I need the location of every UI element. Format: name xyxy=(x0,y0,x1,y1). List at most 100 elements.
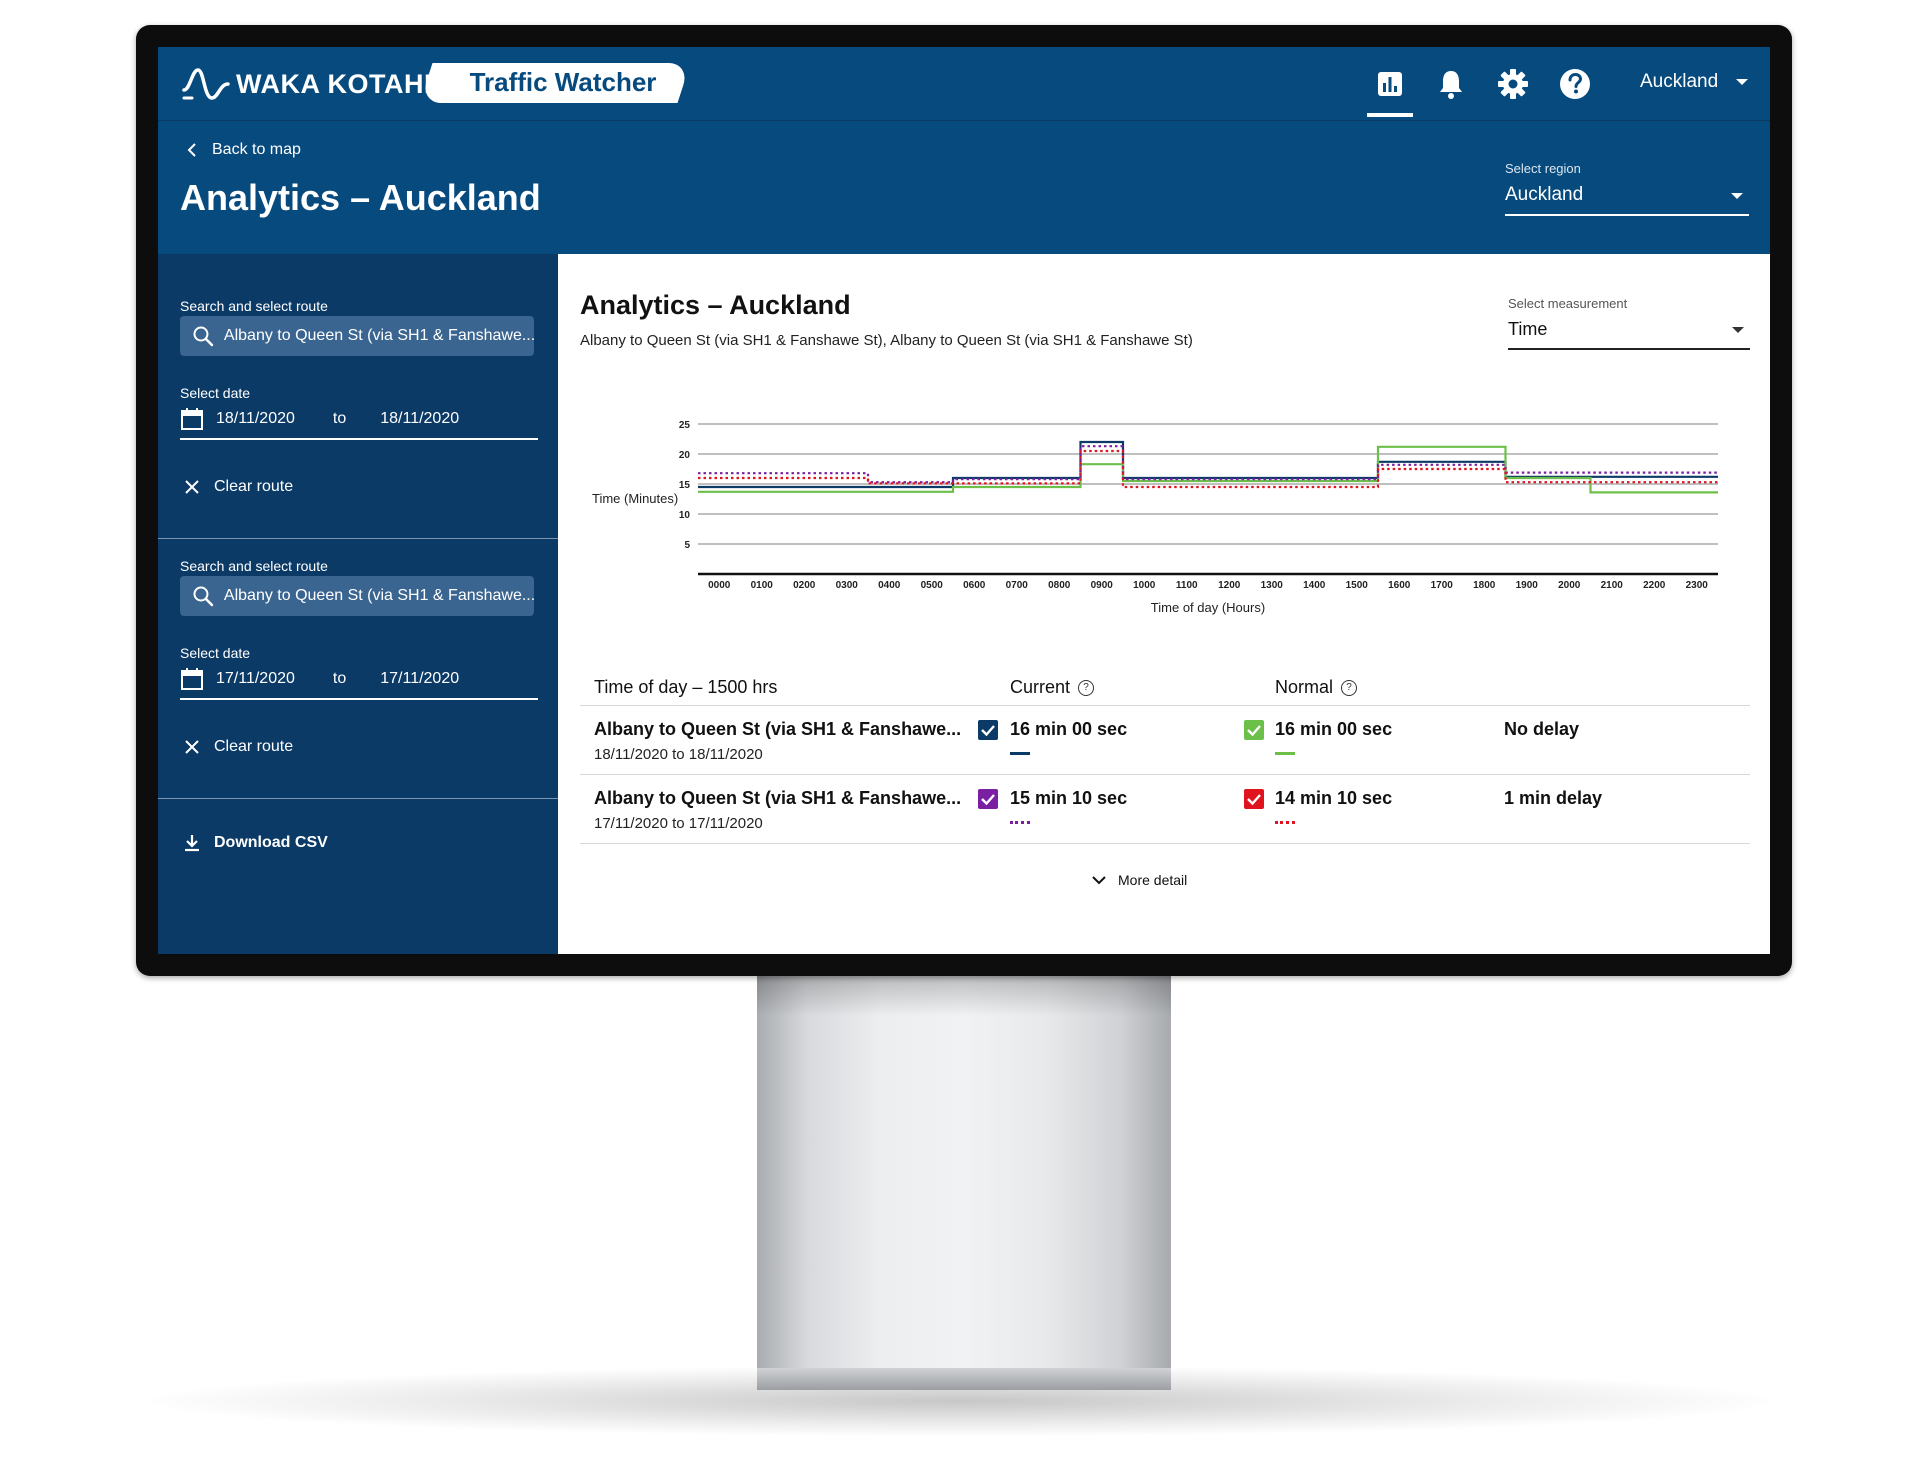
calendar-icon xyxy=(181,668,203,690)
date-range-input[interactable]: 18/11/2020 to 18/11/2020 xyxy=(180,400,538,440)
y-tick-label: 15 xyxy=(679,480,691,491)
main-panel: Analytics – Auckland Albany to Queen St … xyxy=(558,254,1770,954)
normal-series-swatch xyxy=(1275,752,1295,755)
back-to-map-link[interactable]: Back to map xyxy=(186,141,301,159)
route-search-value: Albany to Queen St (via SH1 & Fanshawe..… xyxy=(223,327,534,344)
normal-series-checkbox[interactable] xyxy=(1244,720,1264,740)
route-dates: 18/11/2020 to 18/11/2020 xyxy=(594,746,763,763)
monitor-stand xyxy=(757,976,1171,1368)
x-tick-label: 1700 xyxy=(1431,580,1454,591)
region-select-text: Auckland xyxy=(1505,184,1584,205)
help-icon[interactable] xyxy=(1556,65,1594,103)
region-select-value[interactable]: Auckland xyxy=(1505,184,1749,216)
bell-icon[interactable] xyxy=(1432,65,1470,103)
col-time-header: Time of day – 1500 hrs xyxy=(594,677,778,697)
clear-route-button[interactable]: Clear route xyxy=(184,478,293,496)
date-separator: to xyxy=(332,670,347,687)
region-menu-label: Auckland xyxy=(1640,71,1719,92)
region-select-label: Select region xyxy=(1505,161,1581,176)
logo[interactable]: WAKA KOTAHI xyxy=(180,61,432,107)
region-select[interactable]: Select region Auckland xyxy=(1505,161,1749,216)
close-icon xyxy=(185,480,199,494)
x-tick-label: 2300 xyxy=(1686,580,1709,591)
search-route-label: Search and select route xyxy=(180,558,328,574)
more-detail-toggle[interactable]: More detail xyxy=(1092,872,1187,888)
table-row: Albany to Queen St (via SH1 & Fanshawe..… xyxy=(580,775,1750,844)
x-axis-label: Time of day (Hours) xyxy=(1151,600,1265,615)
col-current-label: Current xyxy=(1010,677,1071,697)
chevron-down-icon xyxy=(1092,876,1106,885)
x-tick-label: 1000 xyxy=(1133,580,1156,591)
table-row: Albany to Queen St (via SH1 & Fanshawe..… xyxy=(580,706,1750,775)
clear-route-label: Clear route xyxy=(214,478,294,495)
y-axis-label: Time (Minutes) xyxy=(592,491,678,506)
analytics-icon[interactable] xyxy=(1371,65,1409,103)
measurement-select-text: Time xyxy=(1508,319,1548,339)
page-title: Analytics – Auckland xyxy=(180,177,541,218)
search-icon xyxy=(193,586,214,607)
delay-value: No delay xyxy=(1504,719,1580,739)
select-date-label: Select date xyxy=(180,645,251,661)
region-menu[interactable]: Auckland xyxy=(1640,71,1749,93)
page-header: Back to map Analytics – Auckland Select … xyxy=(158,121,1770,254)
x-tick-label: 0700 xyxy=(1006,580,1029,591)
x-tick-label: 2000 xyxy=(1558,580,1581,591)
select-date-label: Select date xyxy=(180,385,251,401)
clear-route-label: Clear route xyxy=(214,738,294,755)
top-bar: WAKA KOTAHI Traffic Watcher Auckland xyxy=(158,47,1770,121)
date-range-input[interactable]: 17/11/2020 to 17/11/2020 xyxy=(180,660,538,700)
download-csv-button[interactable]: Download CSV xyxy=(184,834,328,852)
route-cell: Albany to Queen St (via SH1 & Fanshawe..… xyxy=(594,788,961,832)
y-tick-label: 5 xyxy=(684,540,690,551)
date-from: 18/11/2020 xyxy=(216,410,295,427)
product-name: Traffic Watcher xyxy=(469,67,657,97)
current-series-swatch xyxy=(1010,821,1030,824)
x-tick-label: 1200 xyxy=(1218,580,1241,591)
col-current-header: Current? xyxy=(1010,677,1095,698)
current-series-checkbox[interactable] xyxy=(978,720,998,740)
brand-name: WAKA KOTAHI xyxy=(236,68,432,99)
gear-icon[interactable] xyxy=(1494,65,1532,103)
normal-series-swatch xyxy=(1275,821,1295,824)
y-tick-label: 10 xyxy=(679,510,691,521)
caret-down-icon xyxy=(1731,193,1743,199)
download-icon xyxy=(185,835,199,852)
current-series-checkbox[interactable] xyxy=(978,789,998,809)
clear-route-button[interactable]: Clear route xyxy=(184,738,293,756)
route-dates: 17/11/2020 to 17/11/2020 xyxy=(594,815,763,832)
current-value: 16 min 00 sec xyxy=(1010,719,1128,739)
measurement-select[interactable]: Select measurement Time xyxy=(1508,296,1750,350)
measurement-select-value[interactable]: Time xyxy=(1508,319,1750,350)
col-normal-header: Normal? xyxy=(1275,677,1358,698)
x-tick-label: 2100 xyxy=(1601,580,1624,591)
help-circle-icon[interactable]: ? xyxy=(1341,680,1358,697)
search-route-label: Search and select route xyxy=(180,298,328,314)
monitor-stand-shadow xyxy=(757,976,1171,1016)
current-value: 15 min 10 sec xyxy=(1010,788,1128,808)
close-icon xyxy=(185,740,199,754)
col-normal-label: Normal xyxy=(1275,677,1334,697)
x-tick-label: 0900 xyxy=(1091,580,1114,591)
screen: WAKA KOTAHI Traffic Watcher Auckland Bac… xyxy=(158,47,1770,954)
more-detail-label: More detail xyxy=(1118,872,1188,888)
back-to-map-label: Back to map xyxy=(212,141,301,158)
caret-down-icon xyxy=(1736,79,1749,85)
x-tick-label: 0600 xyxy=(963,580,986,591)
x-tick-label: 0500 xyxy=(921,580,944,591)
normal-series-checkbox[interactable] xyxy=(1244,789,1264,809)
date-separator: to xyxy=(332,410,347,427)
route-name: Albany to Queen St (via SH1 & Fanshawe..… xyxy=(594,719,962,739)
caret-down-icon xyxy=(1732,327,1744,333)
x-tick-label: 1600 xyxy=(1388,580,1411,591)
download-csv-label: Download CSV xyxy=(214,834,328,851)
help-circle-icon[interactable]: ? xyxy=(1078,680,1095,697)
route-cell: Albany to Queen St (via SH1 & Fanshawe..… xyxy=(594,719,961,763)
x-tick-label: 2200 xyxy=(1643,580,1666,591)
x-tick-label: 0800 xyxy=(1048,580,1071,591)
current-series-swatch xyxy=(1010,752,1030,755)
x-tick-label: 1400 xyxy=(1303,580,1326,591)
route-search-input[interactable]: Albany to Queen St (via SH1 & Fanshawe..… xyxy=(180,576,534,616)
normal-value: 14 min 10 sec xyxy=(1275,788,1393,808)
y-tick-label: 20 xyxy=(679,450,691,461)
route-search-input[interactable]: Albany to Queen St (via SH1 & Fanshawe..… xyxy=(180,316,534,356)
